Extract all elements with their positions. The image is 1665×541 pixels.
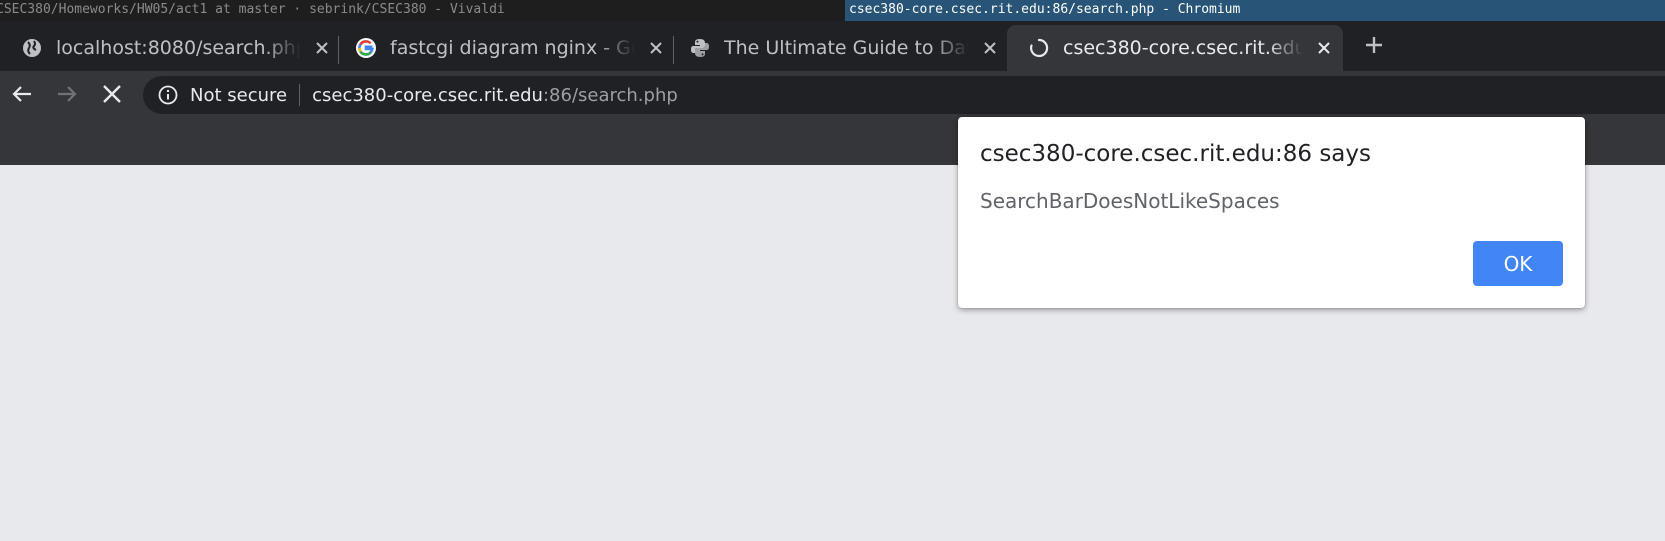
python-icon	[689, 37, 711, 59]
dialog-message: SearchBarDoesNotLikeSpaces	[980, 189, 1280, 213]
security-label[interactable]: Not secure	[190, 85, 287, 106]
stop-loading-button[interactable]	[99, 81, 125, 107]
close-icon[interactable]	[647, 39, 665, 57]
arrow-right-icon	[58, 86, 77, 102]
dialog-origin: csec380-core.csec.rit.edu:86 says	[980, 141, 1371, 167]
ok-button[interactable]: OK	[1473, 241, 1563, 286]
tab-title: fastcgi diagram nginx - Google Search	[390, 37, 635, 59]
close-icon[interactable]	[981, 39, 999, 57]
new-tab-button[interactable]	[1362, 33, 1386, 57]
window-manager-bar: CSEC380/Homeworks/HW05/act1 at master · …	[0, 0, 1665, 21]
tab-title: localhost:8080/search.php	[56, 37, 301, 59]
tab-strip: localhost:8080/search.php fastcgi diagra…	[0, 21, 1665, 71]
address-bar[interactable]: Not secure csec380-core.csec.rit.edu:86/…	[143, 76, 1665, 114]
tab-title: csec380-core.csec.rit.edu:86/search.php	[1063, 37, 1303, 59]
close-icon	[103, 85, 121, 103]
url-host: csec380-core.csec.rit.edu	[312, 84, 543, 106]
back-button[interactable]	[9, 81, 35, 107]
inactive-window-title[interactable]: CSEC380/Homeworks/HW05/act1 at master · …	[0, 0, 505, 20]
google-icon	[355, 37, 377, 59]
plus-icon	[1366, 37, 1382, 53]
address-divider	[299, 84, 301, 106]
loading-spinner-icon	[1028, 37, 1050, 59]
forward-button[interactable]	[54, 81, 80, 107]
close-icon[interactable]	[313, 39, 331, 57]
arrow-left-icon	[12, 86, 31, 102]
tab-csec380-active[interactable]: csec380-core.csec.rit.edu:86/search.php	[1007, 25, 1343, 71]
close-icon[interactable]	[1315, 39, 1333, 57]
globe-icon	[21, 37, 43, 59]
info-icon[interactable]	[158, 85, 178, 105]
tab-google-search[interactable]: fastcgi diagram nginx - Google Search	[334, 25, 665, 71]
url-text[interactable]: csec380-core.csec.rit.edu:86/search.php	[312, 85, 678, 106]
url-path: :86/search.php	[542, 84, 678, 106]
tab-python-guide[interactable]: The Ultimate Guide to Data	[668, 25, 999, 71]
alert-dialog: csec380-core.csec.rit.edu:86 says Search…	[958, 117, 1585, 308]
browser-toolbar: Not secure csec380-core.csec.rit.edu:86/…	[0, 71, 1665, 119]
tab-title: The Ultimate Guide to Data	[724, 37, 969, 59]
tab-localhost[interactable]: localhost:8080/search.php	[0, 25, 331, 71]
active-window-title[interactable]: csec380-core.csec.rit.edu:86/search.php …	[845, 0, 1665, 21]
